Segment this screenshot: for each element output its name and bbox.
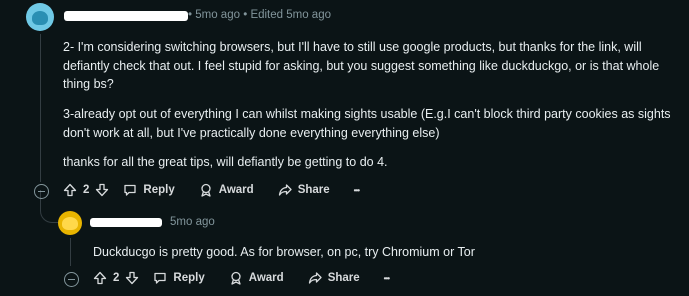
reply-button[interactable]: Reply <box>153 271 205 285</box>
avatar[interactable] <box>58 211 82 235</box>
more-icon: ••• <box>353 185 360 195</box>
comment-paragraph: thanks for all the great tips, will defi… <box>63 155 388 169</box>
comment-actions: 2 Reply Award Share ••• <box>63 183 383 197</box>
share-icon <box>278 183 292 197</box>
upvote-icon[interactable] <box>63 183 77 197</box>
meta-separator: • <box>188 9 193 21</box>
reply-button[interactable]: Reply <box>123 183 175 197</box>
downvote-icon[interactable] <box>125 271 139 285</box>
avatar[interactable] <box>26 3 54 31</box>
reply-icon <box>123 183 137 197</box>
share-button[interactable]: Share <box>278 183 330 197</box>
timestamp[interactable]: 5mo ago <box>170 216 215 228</box>
reply-label: Reply <box>173 272 205 284</box>
award-button[interactable]: Award <box>229 271 284 285</box>
comment-paragraph: 2- I'm considering switching browsers, b… <box>63 40 660 91</box>
collapse-icon[interactable] <box>64 272 79 287</box>
comment-actions: 2 Reply Award Share ••• <box>93 271 413 285</box>
award-icon <box>229 271 243 285</box>
timestamp[interactable]: 5mo ago <box>195 9 240 21</box>
more-options-button[interactable]: ••• <box>353 185 360 195</box>
meta-separator: • <box>243 9 248 21</box>
vote-count: 2 <box>113 272 120 284</box>
thread-line <box>70 238 71 266</box>
award-button[interactable]: Award <box>199 183 254 197</box>
share-label: Share <box>297 184 330 196</box>
username-redacted[interactable] <box>64 11 188 21</box>
comment-meta: • 5mo ago • Edited 5mo ago <box>188 9 331 21</box>
comment-paragraph: 3-already opt out of everything I can wh… <box>63 107 671 140</box>
share-icon <box>308 271 322 285</box>
award-label: Award <box>218 184 254 196</box>
edited-label: Edited 5mo ago <box>250 9 331 21</box>
more-icon: ••• <box>383 273 390 283</box>
upvote-icon[interactable] <box>93 271 107 285</box>
thread-line <box>40 34 41 182</box>
comment-text: Duckducgo is pretty good. As for browser… <box>93 245 475 259</box>
reply-icon <box>153 271 167 285</box>
downvote-icon[interactable] <box>95 183 109 197</box>
username-redacted[interactable] <box>90 218 162 227</box>
award-icon <box>199 183 213 197</box>
vote-group: 2 <box>63 183 109 197</box>
more-options-button[interactable]: ••• <box>383 273 390 283</box>
share-label: Share <box>327 272 360 284</box>
collapse-icon[interactable] <box>34 184 49 199</box>
vote-count: 2 <box>83 184 90 196</box>
share-button[interactable]: Share <box>308 271 360 285</box>
reply-label: Reply <box>143 184 175 196</box>
award-label: Award <box>248 272 284 284</box>
vote-group: 2 <box>93 271 139 285</box>
